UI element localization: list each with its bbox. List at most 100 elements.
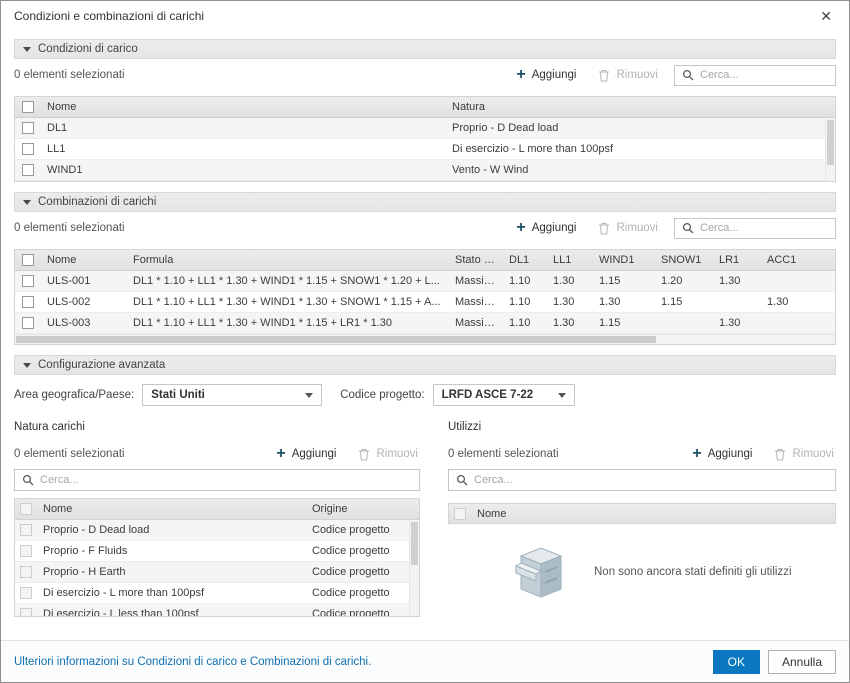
condition-row[interactable]: WIND1 Vento - W Wind [15, 160, 835, 181]
plus-icon: + [516, 69, 525, 81]
row-checkbox [20, 524, 32, 536]
design-code-select[interactable]: LRFD ASCE 7-22 [433, 384, 575, 406]
add-condition-button[interactable]: + Aggiungi [516, 69, 576, 81]
column-header-ll1[interactable]: LL1 [547, 254, 593, 266]
column-header-acc1[interactable]: ACC1 [761, 254, 835, 266]
column-header-nome[interactable]: Nome [41, 101, 446, 113]
cell-nome: ULS-001 [41, 275, 127, 287]
cell-natura: Vento - W Wind [446, 164, 835, 176]
learn-more-link[interactable]: Ulteriori informazioni su Condizioni di … [14, 656, 371, 668]
nature-row[interactable]: Proprio - D Dead load Codice progetto [15, 520, 419, 541]
column-header-dl1[interactable]: DL1 [503, 254, 547, 266]
remove-combination-button[interactable]: Rimuovi [598, 222, 658, 235]
row-checkbox[interactable] [22, 275, 34, 287]
conditions-table: Nome Natura DL1 Proprio - D Dead load LL… [14, 96, 836, 182]
cell-nome: Proprio - F Fluids [37, 545, 306, 557]
combinations-table-header: Nome Formula Stato Lim... DL1 LL1 WIND1 … [15, 250, 835, 271]
ok-button[interactable]: OK [713, 650, 760, 674]
cell-nome: Proprio - H Earth [37, 566, 306, 578]
vertical-scrollbar[interactable] [825, 119, 835, 181]
remove-condition-button[interactable]: Rimuovi [598, 69, 658, 82]
cell-formula: DL1 * 1.10 + LL1 * 1.30 + WIND1 * 1.15 +… [127, 275, 449, 287]
remove-usage-button[interactable]: Rimuovi [774, 448, 834, 461]
cell-origine: Codice progetto [306, 587, 419, 599]
conditions-search-input[interactable] [700, 69, 828, 81]
horizontal-scrollbar[interactable] [15, 334, 835, 344]
add-combination-label: Aggiungi [532, 222, 577, 234]
combinations-select-all-checkbox[interactable] [22, 254, 34, 266]
combinations-search-input[interactable] [700, 222, 828, 234]
nature-row[interactable]: Proprio - H Earth Codice progetto [15, 562, 419, 583]
condition-row[interactable]: LL1 Di esercizio - L more than 100psf [15, 139, 835, 160]
advanced-settings-row: Area geografica/Paese: Stati Uniti Codic… [14, 375, 836, 415]
row-checkbox [20, 608, 32, 616]
row-checkbox[interactable] [22, 122, 34, 134]
usages-select-all-checkbox [454, 508, 466, 520]
column-header-stato-limite[interactable]: Stato Lim... [449, 254, 503, 266]
conditions-select-all-checkbox[interactable] [22, 101, 34, 113]
column-header-nome[interactable]: Nome [41, 254, 127, 266]
condition-row[interactable]: DL1 Proprio - D Dead load [15, 118, 835, 139]
row-checkbox [20, 566, 32, 578]
column-header-lr1[interactable]: LR1 [713, 254, 761, 266]
add-usage-button[interactable]: + Aggiungi [692, 448, 752, 460]
load-natures-panel: Natura carichi 0 elementi selezionati + … [14, 415, 420, 620]
column-header-formula[interactable]: Formula [127, 254, 449, 266]
section-header-advanced[interactable]: Configurazione avanzata [14, 355, 836, 375]
conditions-selection-count: 0 elementi selezionati [14, 69, 125, 81]
column-header-nome[interactable]: Nome [471, 508, 835, 520]
column-header-nome[interactable]: Nome [37, 503, 306, 515]
cell-nome: Di esercizio - L less than 100psf [37, 608, 306, 616]
usages-search-input[interactable] [474, 474, 828, 486]
section-header-conditions[interactable]: Condizioni di carico [14, 39, 836, 59]
natures-search-input[interactable] [40, 474, 412, 486]
cell-origine: Codice progetto [306, 545, 419, 557]
trash-icon [598, 69, 610, 82]
scrollbar-thumb[interactable] [16, 336, 656, 343]
add-combination-button[interactable]: + Aggiungi [516, 222, 576, 234]
trash-icon [358, 448, 370, 461]
scrollbar-thumb[interactable] [411, 522, 418, 565]
usages-empty-text: Non sono ancora stati definiti gli utili… [594, 566, 792, 578]
nature-row[interactable]: Proprio - F Fluids Codice progetto [15, 541, 419, 562]
usages-panel: Utilizzi 0 elementi selezionati + Aggiun… [448, 415, 836, 620]
cell-natura: Di esercizio - L more than 100psf [446, 143, 835, 155]
cell-dl1: 1.10 [503, 275, 547, 287]
design-code-label: Codice progetto: [340, 389, 424, 401]
cell-lr1: 1.30 [713, 317, 761, 329]
cell-formula: DL1 * 1.10 + LL1 * 1.30 + WIND1 * 1.30 +… [127, 296, 449, 308]
column-header-origine[interactable]: Origine [306, 503, 419, 515]
usages-table: Nome Non sono ancora stati definiti [448, 503, 836, 620]
load-natures-title: Natura carichi [14, 415, 420, 439]
collapse-icon [23, 47, 31, 52]
row-checkbox[interactable] [22, 317, 34, 329]
row-checkbox[interactable] [22, 296, 34, 308]
column-header-natura[interactable]: Natura [446, 101, 835, 113]
section-header-combinations[interactable]: Combinazioni di carichi [14, 192, 836, 212]
column-header-wind1[interactable]: WIND1 [593, 254, 655, 266]
nature-row[interactable]: Di esercizio - L more than 100psf Codice… [15, 583, 419, 604]
column-header-snow1[interactable]: SNOW1 [655, 254, 713, 266]
natures-table: Nome Origine Proprio - D Dead load Codic… [14, 498, 420, 617]
load-conditions-dialog: Condizioni e combinazioni di carichi ✕ C… [0, 0, 850, 683]
add-nature-button[interactable]: + Aggiungi [276, 448, 336, 460]
conditions-searchbox [674, 65, 836, 86]
nature-row[interactable]: Di esercizio - L less than 100psf Codice… [15, 604, 419, 616]
cell-nome: LL1 [41, 143, 446, 155]
scrollbar-thumb[interactable] [827, 120, 834, 165]
row-checkbox[interactable] [22, 143, 34, 155]
cell-lr1: 1.30 [713, 275, 761, 287]
remove-nature-button[interactable]: Rimuovi [358, 448, 418, 461]
remove-combination-label: Rimuovi [616, 222, 658, 234]
combination-row[interactable]: ULS-003 DL1 * 1.10 + LL1 * 1.30 + WIND1 … [15, 313, 835, 334]
cell-stato: Massimo [449, 317, 503, 329]
remove-condition-label: Rimuovi [616, 69, 658, 81]
conditions-table-header: Nome Natura [15, 97, 835, 118]
region-select[interactable]: Stati Uniti [142, 384, 322, 406]
row-checkbox[interactable] [22, 164, 34, 176]
combination-row[interactable]: ULS-001 DL1 * 1.10 + LL1 * 1.30 + WIND1 … [15, 271, 835, 292]
vertical-scrollbar[interactable] [409, 521, 419, 616]
combination-row[interactable]: ULS-002 DL1 * 1.10 + LL1 * 1.30 + WIND1 … [15, 292, 835, 313]
cancel-button[interactable]: Annulla [768, 650, 836, 674]
close-icon[interactable]: ✕ [816, 7, 836, 25]
